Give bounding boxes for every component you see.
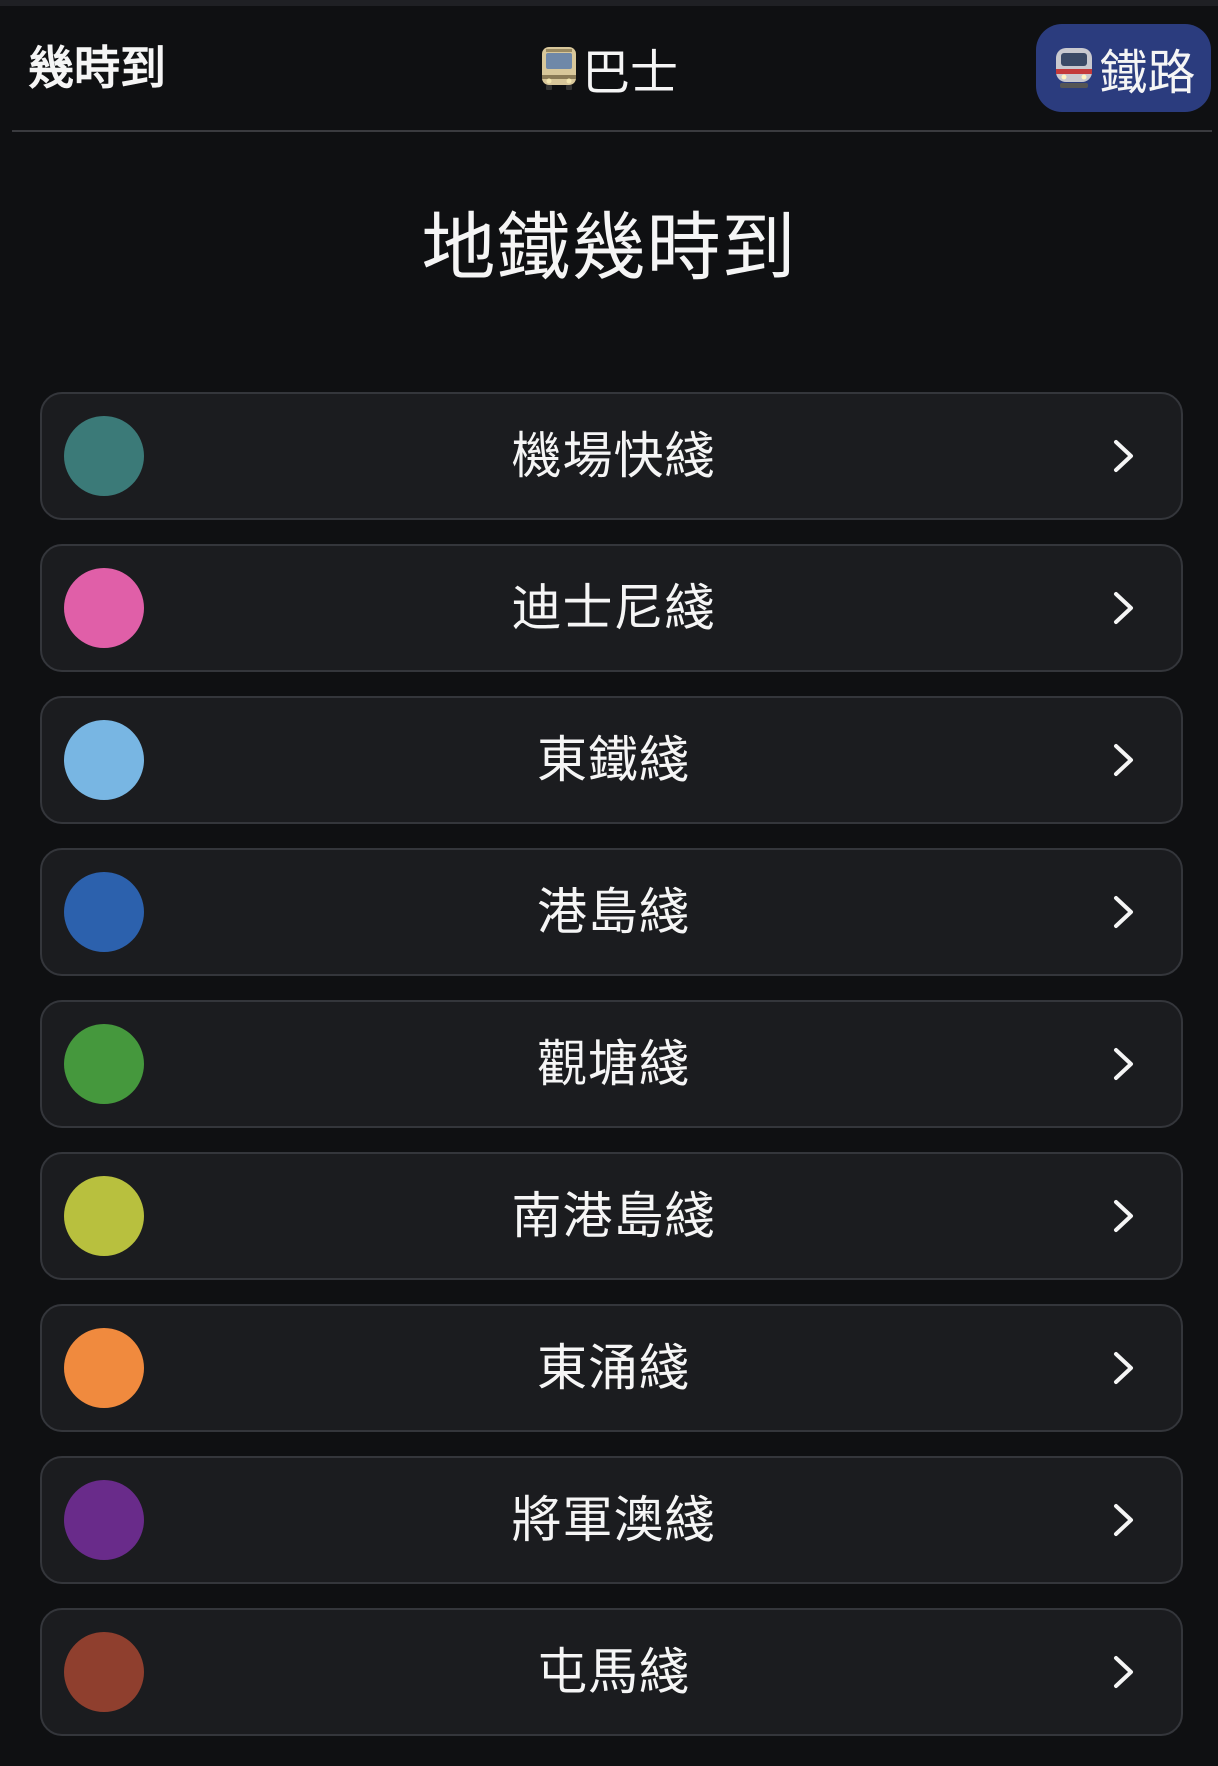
chevron-right-icon: [1101, 434, 1145, 478]
chevron-right-icon: [1101, 738, 1145, 782]
line-name: 將軍澳綫: [511, 1491, 716, 1549]
line-card[interactable]: 屯馬綫: [40, 1608, 1183, 1736]
line-card[interactable]: 將軍澳綫: [40, 1456, 1183, 1584]
line-card[interactable]: 機場快綫: [40, 392, 1183, 520]
app-header: 幾時到 巴士 鐵路: [0, 6, 1218, 130]
chevron-right-icon: [1101, 1498, 1145, 1542]
line-card[interactable]: 東涌綫: [40, 1304, 1183, 1432]
line-card[interactable]: 迪士尼綫: [40, 544, 1183, 672]
train-icon: [1051, 45, 1097, 91]
bus-icon: [540, 45, 578, 91]
line-card[interactable]: 東鐵綫: [40, 696, 1183, 824]
line-name: 東涌綫: [537, 1339, 690, 1397]
app-brand[interactable]: 幾時到: [28, 40, 166, 96]
chevron-right-icon: [1101, 1042, 1145, 1086]
nav-bus-label: 巴士: [582, 45, 679, 101]
line-name: 南港島綫: [511, 1187, 716, 1245]
line-name: 觀塘綫: [537, 1035, 690, 1093]
line-name: 屯馬綫: [537, 1643, 690, 1701]
line-card[interactable]: 觀塘綫: [40, 1000, 1183, 1128]
line-name: 迪士尼綫: [511, 579, 716, 637]
line-name: 機場快綫: [511, 427, 716, 485]
line-card[interactable]: 港島綫: [40, 848, 1183, 976]
page-title: 地鐵幾時到: [421, 204, 797, 291]
nav-rail-tab[interactable]: 鐵路: [1036, 24, 1211, 112]
nav-rail-label: 鐵路: [1099, 45, 1196, 101]
header-divider: [12, 130, 1212, 132]
line-name: 東鐵綫: [537, 731, 690, 789]
line-name: 港島綫: [537, 883, 690, 941]
chevron-right-icon: [1101, 890, 1145, 934]
chevron-right-icon: [1101, 1194, 1145, 1238]
chevron-right-icon: [1101, 586, 1145, 630]
page: 幾時到 巴士 鐵路 地鐵幾時到 機場快綫 迪士尼綫 東鐵綫 港島綫 觀塘綫 南港…: [0, 0, 1218, 1766]
chevron-right-icon: [1101, 1346, 1145, 1390]
nav-bus-tab[interactable]: 巴士: [540, 40, 678, 101]
line-card[interactable]: 南港島綫: [40, 1152, 1183, 1280]
chevron-right-icon: [1101, 1650, 1145, 1694]
mtr-line-list: 機場快綫迪士尼綫東鐵綫港島綫觀塘綫南港島綫東涌綫將軍澳綫屯馬綫: [40, 392, 1183, 1760]
